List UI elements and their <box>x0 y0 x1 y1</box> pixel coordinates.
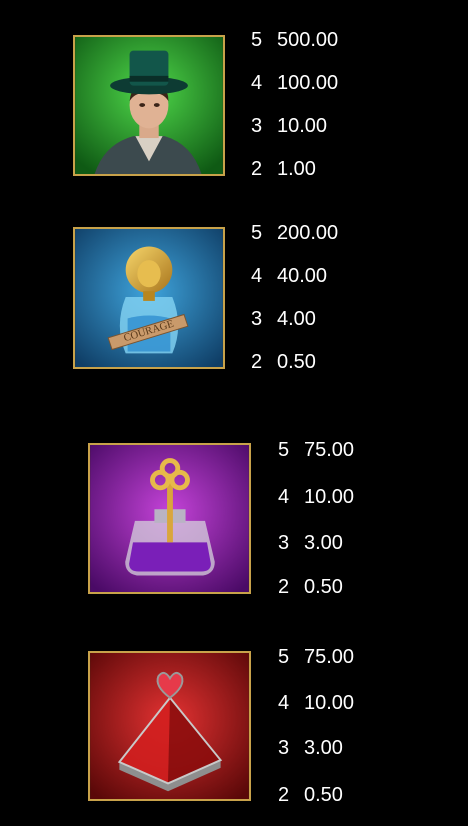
symbol-red-pyramid-icon <box>88 651 251 801</box>
gentleman-icon <box>75 37 223 174</box>
payout-row: 2 0.50 <box>251 351 316 373</box>
potion-key-icon <box>90 445 249 592</box>
payout-row: 2 0.50 <box>278 576 343 598</box>
payout-row: 3 3.00 <box>278 737 343 759</box>
payout-row: 5 500.00 <box>251 29 339 51</box>
payout-row: 5 75.00 <box>278 646 355 668</box>
heart-pyramid-icon <box>90 653 249 799</box>
payout-row: 3 3.00 <box>278 532 343 554</box>
symbol-gentleman-icon <box>73 35 225 176</box>
payout-row: 5 200.00 <box>251 222 339 244</box>
payout-row: 2 1.00 <box>251 158 316 180</box>
symbol-lion-bottle-icon: COURAGE <box>73 227 225 369</box>
payout-row: 2 0.50 <box>278 784 343 806</box>
symbol-purple-potion-icon <box>88 443 251 594</box>
payout-row: 3 10.00 <box>251 115 328 137</box>
payout-row: 4 10.00 <box>278 486 355 508</box>
payout-row: 5 75.00 <box>278 439 355 461</box>
lion-bottle-icon: COURAGE <box>75 229 223 367</box>
payout-row: 4 40.00 <box>251 265 328 287</box>
payout-row: 4 100.00 <box>251 72 339 94</box>
payout-row: 4 10.00 <box>278 692 355 714</box>
payout-row: 3 4.00 <box>251 308 316 330</box>
